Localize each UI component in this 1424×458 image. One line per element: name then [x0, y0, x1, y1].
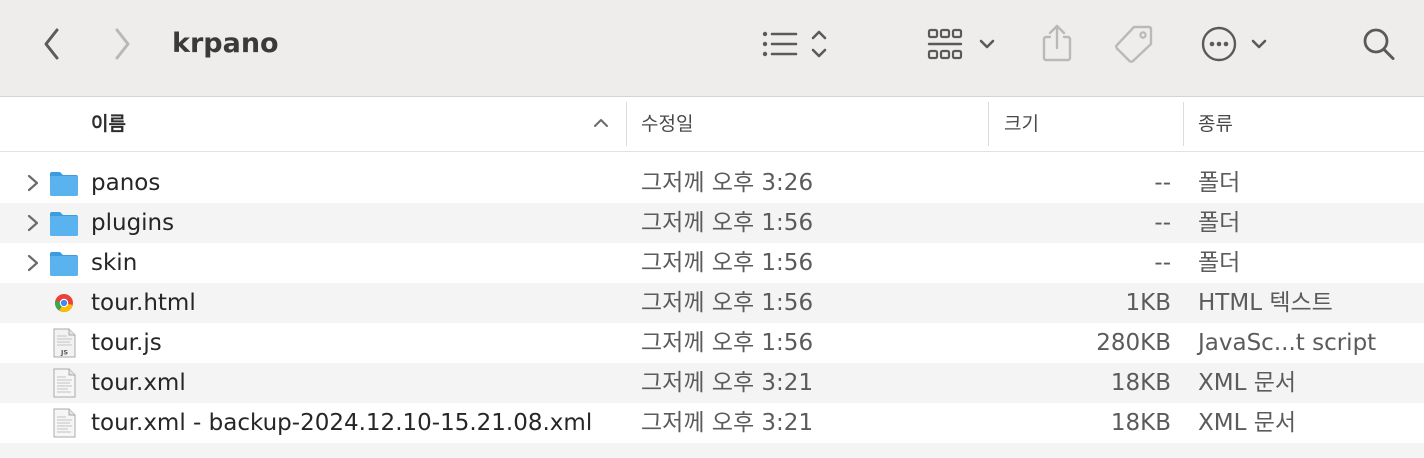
disclosure-triangle-icon[interactable] [26, 253, 40, 273]
file-modified: 그저께 오후 1:56 [641, 250, 814, 276]
file-row[interactable]: tour.xml - backup-2024.12.10-15.21.08.xm… [0, 403, 1424, 443]
group-button[interactable] [924, 24, 1000, 64]
file-name: skin [91, 250, 138, 276]
file-size: 1KB [1125, 290, 1172, 316]
group-grid-icon [927, 28, 995, 60]
column-divider[interactable] [988, 102, 989, 146]
column-header-kind[interactable]: 종류 [1198, 97, 1233, 151]
empty-row [0, 443, 1424, 458]
ellipsis-circle-icon [1201, 26, 1267, 62]
file-name: tour.xml [91, 370, 186, 396]
chrome-html-icon [54, 294, 73, 313]
toolbar: krpano [0, 0, 1424, 97]
file-name: tour.js [91, 330, 162, 356]
file-modified: 그저께 오후 1:56 [641, 330, 814, 356]
chevron-right-icon [115, 28, 130, 60]
sort-ascending-icon [594, 119, 608, 127]
back-button[interactable] [36, 26, 68, 62]
share-button[interactable] [1038, 22, 1076, 64]
tag-button[interactable] [1112, 22, 1156, 64]
folder-icon [50, 172, 78, 196]
search-button[interactable] [1360, 24, 1398, 64]
file-modified: 그저께 오후 3:21 [641, 410, 814, 436]
more-actions-button[interactable] [1198, 22, 1274, 66]
file-row[interactable]: tour.xml 그저께 오후 3:21 18KB XML 문서 [0, 363, 1424, 403]
column-header-size[interactable]: 크기 [1004, 97, 1039, 151]
column-divider[interactable] [626, 102, 627, 146]
file-kind: 폴더 [1198, 250, 1241, 276]
xml-file-icon [53, 368, 76, 398]
column-header: 이름 수정일 크기 종류 [0, 97, 1424, 152]
file-row[interactable]: plugins 그저께 오후 1:56 -- 폴더 [0, 203, 1424, 243]
file-row[interactable]: panos 그저께 오후 3:26 -- 폴더 [0, 163, 1424, 203]
file-size: 280KB [1096, 330, 1171, 356]
file-kind: 폴더 [1198, 210, 1241, 236]
file-name: panos [91, 170, 161, 196]
file-kind: HTML 텍스트 [1198, 290, 1333, 316]
file-modified: 그저께 오후 1:56 [641, 210, 814, 236]
file-modified: 그저께 오후 3:26 [641, 170, 814, 196]
js-file-icon: JS [53, 328, 76, 358]
finder-window: krpano 이름 수정일 크기 종류 panos 그저께 오후 3:26 --… [0, 0, 1424, 458]
file-kind: 폴더 [1198, 170, 1241, 196]
file-size: -- [1154, 210, 1171, 236]
folder-icon [50, 252, 78, 276]
share-icon [1042, 24, 1072, 62]
file-kind: JavaSc...t script [1198, 330, 1377, 356]
tag-icon [1115, 25, 1153, 63]
view-options-button[interactable] [756, 24, 832, 64]
chevron-left-icon [44, 28, 59, 60]
file-size: 18KB [1110, 370, 1171, 396]
magnifier-icon [1363, 28, 1395, 60]
column-header-modified[interactable]: 수정일 [641, 97, 693, 151]
window-title: krpano [172, 28, 279, 59]
file-list: panos 그저께 오후 3:26 -- 폴더 plugins 그저께 오후 1… [0, 163, 1424, 458]
forward-button[interactable] [106, 26, 138, 62]
file-name: plugins [91, 210, 175, 236]
file-kind: XML 문서 [1198, 410, 1297, 436]
file-size: -- [1154, 170, 1171, 196]
xml-file-icon [53, 408, 76, 438]
column-divider[interactable] [1183, 102, 1184, 146]
file-name: tour.xml - backup-2024.12.10-15.21.08.xm… [91, 410, 593, 436]
svg-text:JS: JS [60, 349, 68, 357]
file-row[interactable]: JS tour.js 그저께 오후 1:56 280KB JavaSc...t … [0, 323, 1424, 363]
file-modified: 그저께 오후 1:56 [641, 290, 814, 316]
disclosure-triangle-icon[interactable] [26, 173, 40, 193]
file-kind: XML 문서 [1198, 370, 1297, 396]
list-view-icon [762, 30, 827, 58]
folder-icon [50, 212, 78, 236]
file-row[interactable]: skin 그저께 오후 1:56 -- 폴더 [0, 243, 1424, 283]
disclosure-triangle-icon[interactable] [26, 213, 40, 233]
file-size: 18KB [1110, 410, 1171, 436]
file-modified: 그저께 오후 3:21 [641, 370, 814, 396]
file-row[interactable]: tour.html 그저께 오후 1:56 1KB HTML 텍스트 [0, 283, 1424, 323]
column-header-name[interactable]: 이름 [91, 97, 126, 151]
file-size: -- [1154, 250, 1171, 276]
file-name: tour.html [91, 290, 196, 316]
